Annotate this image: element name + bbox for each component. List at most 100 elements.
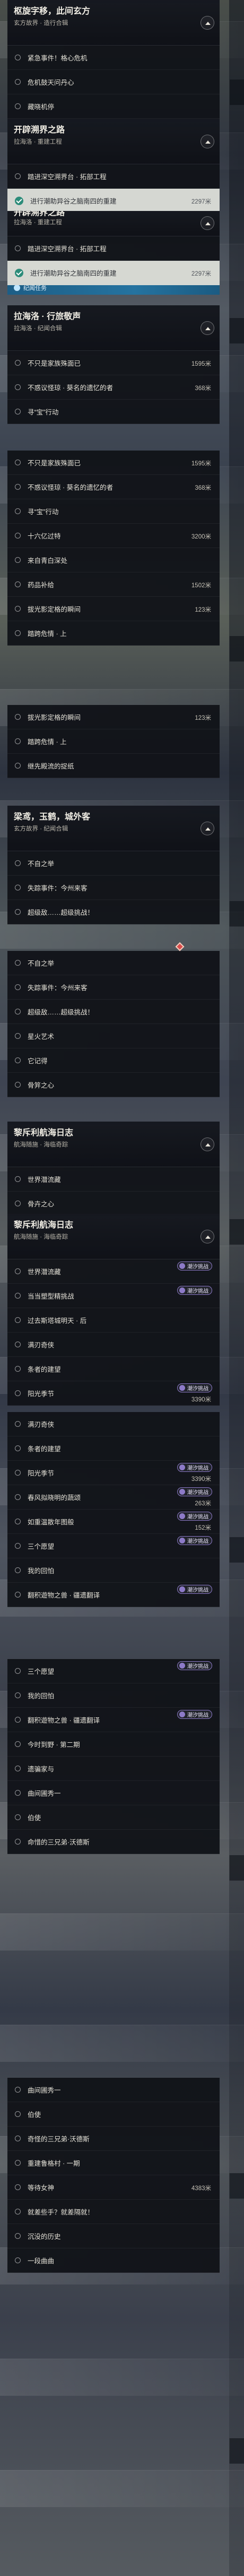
side-tab[interactable] — [229, 1219, 244, 1245]
collapse-chevron-icon[interactable] — [201, 16, 214, 30]
side-tab[interactable] — [229, 1855, 244, 1881]
side-tab[interactable] — [229, 636, 244, 661]
quest-step-item[interactable]: 药品补给 1502米 — [7, 572, 220, 597]
quest-panel-header[interactable]: 枢旋字移，此间玄方 玄方故界 · 造行合辑 — [7, 0, 220, 46]
quest-panel-header[interactable]: 拉海洛 · 行旅敬声 拉海洛 · 纪闻合辑 — [7, 305, 220, 351]
background-band — [0, 2025, 244, 2062]
quest-step-item[interactable]: 一段曲曲 — [7, 2248, 220, 2273]
quest-step-item[interactable]: 星火艺术 — [7, 1024, 220, 1048]
collapse-chevron-icon[interactable] — [201, 822, 214, 835]
quest-step-item[interactable]: 世界潜流藏 — [7, 1167, 220, 1192]
quest-step-item[interactable]: 曲间圃秀一 — [7, 2078, 220, 2102]
quest-step-item[interactable]: 踏进深空溯界台 · 拓部工程 — [7, 164, 220, 189]
quest-step-item[interactable]: 不惑议怪琼 · 葵名的遗忆的者 368米 — [7, 475, 220, 499]
quest-step-item[interactable]: 就差些手？就差隔就！ — [7, 2200, 220, 2224]
quest-step-label: 拔光影定格的瞬间 — [28, 714, 81, 721]
quest-step-item[interactable]: 条者的建望 — [7, 1436, 220, 1461]
quest-step-item[interactable]: 来自青白深处 — [7, 548, 220, 572]
quest-subtitle: 航海随施 · 海临奇踪 — [14, 1234, 68, 1240]
side-tab[interactable] — [229, 1537, 244, 1563]
quest-step-item[interactable]: 它记得 — [7, 1048, 220, 1073]
quest-step-item[interactable]: 等待女神 4383米 — [7, 2175, 220, 2200]
quest-step-item[interactable]: 阳光季节 潮汐挑战 3390米 — [7, 1461, 220, 1485]
quest-step-item[interactable]: 进行潮助异谷之脑南四的重建 2297米 — [7, 261, 220, 285]
quest-step-item[interactable]: 阳光季节 潮汐挑战 3390米 — [7, 1381, 220, 1406]
quest-panel-header[interactable]: 开辟溯界之路 拉海洛 · 重建工程 — [7, 119, 220, 164]
quest-step-item[interactable]: 不只是家族殊面已 1595米 — [7, 451, 220, 475]
collapse-chevron-icon[interactable] — [201, 216, 214, 230]
quest-step-item[interactable]: 沉没的历史 — [7, 2224, 220, 2248]
quest-step-item[interactable]: 拔光影定格的瞬间 123米 — [7, 705, 220, 729]
quest-step-item[interactable]: 危机鼓天问丹心 — [7, 70, 220, 94]
quest-step-item[interactable]: 遗骗家与 — [7, 1757, 220, 1781]
quest-step-item[interactable]: 踏进深空溯界台 · 拓部工程 — [7, 236, 220, 261]
quest-step-item[interactable]: 失踪事件：今州来客 — [7, 876, 220, 900]
quest-step-item[interactable]: 三个愿望 潮汐挑战 — [7, 1659, 220, 1683]
quest-panel-header[interactable]: 梁鸢，玉鹤，城外客 玄方故界 · 纪闻合辑 — [7, 806, 220, 851]
quest-step-item[interactable]: 春风拟晓明的蔬颂 潮汐挑战 263米 — [7, 1485, 220, 1510]
side-tab[interactable] — [229, 2173, 244, 2199]
quest-step-item[interactable]: 骨笄之心 — [7, 1073, 220, 1097]
side-tab[interactable] — [229, 80, 244, 105]
quest-panel-header[interactable]: 开辟溯界之路 拉海洛 · 重建工程 — [7, 211, 220, 236]
quest-step-label: 继先殿流的捉纸 — [28, 763, 74, 770]
quest-panel-header[interactable]: 黎斥利航海日志 航海随施 · 海临奇踪 — [7, 1214, 220, 1259]
quest-step-item[interactable]: 过去斯塔城明天 · 后 — [7, 1308, 220, 1333]
quest-step-item[interactable]: 骨卉之心 — [7, 1192, 220, 1216]
quest-step-item[interactable]: 我的回怕 — [7, 1558, 220, 1583]
side-tab[interactable] — [229, 2438, 244, 2464]
quest-step-item[interactable]: 不惑议怪琼 · 葵名的遗忆的者 368米 — [7, 375, 220, 400]
quest-step-item[interactable]: 伯使 — [7, 1805, 220, 1830]
quest-step-item[interactable]: 超级敌……超级挑战！ — [7, 900, 220, 924]
quest-step-item[interactable]: 今时到野 · 第二期 — [7, 1732, 220, 1757]
step-bullet-icon — [15, 1421, 21, 1427]
quest-step-item[interactable]: 满刃奇侠 — [7, 1333, 220, 1357]
quest-step-item[interactable]: 进行潮助异谷之脑南四的重建 2297米 — [7, 189, 220, 213]
quest-step-item[interactable]: 十六亿过特 3200米 — [7, 524, 220, 548]
quest-step-item[interactable]: 寻“宝”行动 — [7, 499, 220, 524]
quest-step-item[interactable]: 不只是家族殊面已 1595米 — [7, 351, 220, 375]
quest-step-item[interactable]: 继先殿流的捉纸 — [7, 754, 220, 778]
quest-step-item[interactable]: 翻积遊物之兽 · 疆遗翻译 潮汐挑战 — [7, 1708, 220, 1732]
quest-step-item[interactable]: 踏跨危情 · 上 — [7, 729, 220, 754]
quest-step-item[interactable]: 紧急事件！格心危机 — [7, 46, 220, 70]
side-tab[interactable] — [229, 901, 244, 927]
quest-step-item[interactable]: 藏晓机停 — [7, 94, 220, 119]
quest-panel-header[interactable]: 黎斥利航海日志 航海随施 · 海临奇踪 — [7, 1122, 220, 1167]
quest-step-item[interactable]: 我的回怕 — [7, 1683, 220, 1708]
quest-step-item[interactable]: 重建鲁格村 · 一期 — [7, 2151, 220, 2175]
collapse-chevron-icon[interactable] — [201, 321, 214, 335]
step-bullet-icon — [15, 1057, 21, 1063]
quest-panel: 黎斥利航海日志 航海随施 · 海临奇踪 世界潜流藏 潮汐挑战 当当塑型精挑战 潮汐挑战 过去… — [7, 1214, 220, 1406]
collapse-chevron-icon[interactable] — [201, 135, 214, 148]
quest-step-item[interactable]: 翻积遊物之兽 · 疆遗翻译 潮汐挑战 — [7, 1583, 220, 1607]
quest-step-item[interactable]: 超级敌……超级挑战！ — [7, 1000, 220, 1024]
quest-step-item[interactable]: 当当塑型精挑战 潮汐挑战 — [7, 1284, 220, 1308]
tide-challenge-badge: 潮汐挑战 — [177, 1661, 212, 1670]
quest-step-item[interactable]: 三个愿望 潮汐挑战 — [7, 1534, 220, 1558]
distance-label: 3390米 — [191, 1397, 211, 1403]
quest-step-item[interactable]: 满刃奇侠 — [7, 1412, 220, 1436]
quest-step-item[interactable]: 曲间圃秀一 — [7, 1781, 220, 1805]
quest-step-item[interactable]: 世界潜流藏 潮汐挑战 — [7, 1259, 220, 1284]
quest-step-item[interactable]: 寻“宝”行动 — [7, 400, 220, 424]
quest-step-item[interactable]: 拔光影定格的瞬间 123米 — [7, 597, 220, 621]
collapse-chevron-icon[interactable] — [201, 1230, 214, 1243]
quest-step-item[interactable]: 不自之举 — [7, 851, 220, 876]
distance-label: 152米 — [195, 1525, 211, 1531]
quest-step-item[interactable]: 如重温散年图般 潮汐挑战 152米 — [7, 1510, 220, 1534]
quest-step-item[interactable]: 伯使 — [7, 2102, 220, 2127]
side-tab[interactable] — [229, 318, 244, 343]
quest-panel: 拔光影定格的瞬间 123米 踏跨危情 · 上继先殿流的捉纸 — [7, 705, 220, 778]
quest-step-item[interactable]: 奇怪的三兄弟·沃德斯 — [7, 2127, 220, 2151]
collapse-chevron-icon[interactable] — [201, 1137, 214, 1151]
quest-step-item[interactable]: 不自之举 — [7, 951, 220, 975]
quest-step-item[interactable]: 失踪事件：今州来客 — [7, 975, 220, 1000]
badge-label: 潮汐挑战 — [187, 1264, 208, 1270]
quest-step-label: 踏进深空溯界台 · 拓部工程 — [28, 245, 107, 253]
quest-step-item[interactable]: 踏跨危情 · 上 — [7, 621, 220, 646]
quest-step-item[interactable]: 命惜的三兄弟·沃德斯 — [7, 1830, 220, 1854]
quest-panel: 曲间圃秀一 伯使 奇怪的三兄弟·沃德斯 重建鲁格村 · 一期 等待女神 4383米 就差些手… — [7, 2078, 220, 2273]
quest-step-label: 一段曲曲 — [28, 2257, 55, 2265]
quest-step-item[interactable]: 条者的建望 — [7, 1357, 220, 1381]
